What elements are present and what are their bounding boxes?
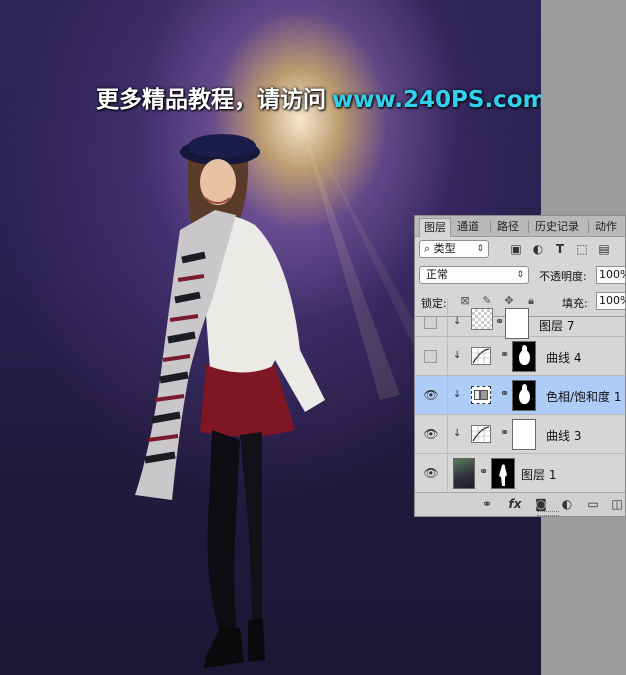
shape-filter-icon[interactable]: ⬚ <box>575 242 589 256</box>
search-icon: ⌕ <box>424 242 431 255</box>
link-icon: ⚭ <box>500 348 510 361</box>
opacity-label: 不透明度: <box>539 270 587 283</box>
mask-thumbnail <box>512 419 536 450</box>
tab-channels[interactable]: 通道 <box>453 218 483 236</box>
layer-name: 图层 1 <box>521 468 557 482</box>
column-divider <box>447 454 448 493</box>
layer-row[interactable]: ↓ ⚭ 图层 7 <box>415 298 625 339</box>
eye-icon[interactable]: 👁︎ <box>421 467 441 479</box>
clip-arrow-icon: ↓ <box>453 389 462 400</box>
tab-separator <box>490 221 491 233</box>
clip-arrow-icon: ↓ <box>453 350 462 361</box>
layer-row[interactable]: 👁︎ ↓ ⚭ 色相/饱和度 1 <box>415 376 625 415</box>
chevron-updown-icon: ⇕ <box>516 270 524 280</box>
adjustment-filter-icon[interactable]: ◐ <box>531 242 545 256</box>
type-filter-icon[interactable]: T <box>553 242 567 256</box>
link-layers-icon[interactable]: ⚭ <box>479 497 495 511</box>
layers-bottom-bar: ⚭ fx ◙ ◐ ▭ ◫ <box>415 492 625 516</box>
filter-row: ⌕ 类型 ⇕ ▣ ◐ T ⬚ ▤ <box>415 238 625 262</box>
mask-shape <box>519 345 530 365</box>
layer-name: 曲线 4 <box>546 351 582 365</box>
layer-row[interactable]: 👁︎ ⚭ 图层 1 <box>415 454 625 493</box>
visibility-toggle[interactable] <box>424 316 437 329</box>
visibility-toggle[interactable] <box>424 350 437 363</box>
clip-arrow-icon: ↓ <box>453 316 462 327</box>
tab-separator <box>588 221 589 233</box>
image-filter-icon[interactable]: ▣ <box>509 242 523 256</box>
layer-name: 图层 7 <box>539 319 575 333</box>
kind-filter-label: 类型 <box>433 242 456 255</box>
mask-shape <box>519 384 530 404</box>
column-divider <box>447 298 448 337</box>
fx-icon[interactable]: fx <box>507 497 523 511</box>
mask-thumbnail <box>512 341 536 372</box>
eye-icon[interactable]: 👁︎ <box>421 389 441 401</box>
link-icon: ⚭ <box>479 465 489 478</box>
layers-panel: 图层 通道 路径 历史记录 动作 ⌕ 类型 ⇕ ▣ ◐ T ⬚ ▤ 正常 ⇕ 不… <box>414 215 626 517</box>
adjustment-icon[interactable]: ◐ <box>559 497 575 511</box>
link-icon: ⚭ <box>495 315 505 328</box>
resize-grip[interactable] <box>537 511 559 516</box>
watermark-url: www.240PS.com <box>332 87 541 113</box>
new-group-icon[interactable]: ▭ <box>585 497 601 511</box>
column-divider <box>447 415 448 454</box>
column-divider <box>447 337 448 376</box>
blend-mode-value: 正常 <box>426 268 448 281</box>
panel-tabs: 图层 通道 路径 历史记录 动作 <box>415 216 625 237</box>
link-icon: ⚭ <box>500 387 510 400</box>
curves-adjustment-icon <box>471 425 491 443</box>
layer-thumbnail <box>453 458 475 489</box>
clip-arrow-icon: ↓ <box>453 428 462 439</box>
mask-thumbnail <box>512 380 536 411</box>
kind-filter-select[interactable]: ⌕ 类型 ⇕ <box>419 240 489 258</box>
new-layer-icon[interactable]: ◫ <box>609 497 625 511</box>
chevron-updown-icon: ⇕ <box>476 244 484 254</box>
eye-icon[interactable]: 👁︎ <box>421 428 441 440</box>
layer-row[interactable]: ↓ ⚭ 曲线 4 <box>415 337 625 376</box>
tab-actions[interactable]: 动作 <box>591 218 621 236</box>
curves-adjustment-icon <box>471 347 491 365</box>
column-divider <box>447 376 448 415</box>
smart-object-filter-icon[interactable]: ▤ <box>597 242 611 256</box>
blend-row: 正常 ⇕ 不透明度: 100% <box>415 264 625 288</box>
tab-paths[interactable]: 路径 <box>493 218 523 236</box>
blend-mode-select[interactable]: 正常 ⇕ <box>419 266 529 284</box>
layer-thumbnail <box>471 308 493 330</box>
mask-thumbnail <box>505 308 529 339</box>
layer-name: 曲线 3 <box>546 429 582 443</box>
link-icon: ⚭ <box>500 426 510 439</box>
layers-list: ↓ ⚭ 图层 7 ↓ ⚭ 曲线 4 👁︎ ↓ ⚭ 色相/饱和度 1 👁︎ ↓ ⚭… <box>415 298 625 497</box>
hue-saturation-adjustment-icon <box>471 386 491 404</box>
add-mask-icon[interactable]: ◙ <box>533 497 549 511</box>
watermark: 更多精品教程，请访问 www.240PS.com <box>96 80 541 114</box>
mask-thumbnail <box>491 458 515 489</box>
tab-history[interactable]: 历史记录 <box>531 218 583 236</box>
opacity-input[interactable]: 100% <box>596 266 625 284</box>
tab-separator <box>528 221 529 233</box>
tab-layers[interactable]: 图层 <box>419 218 451 237</box>
layer-name: 色相/饱和度 1 <box>546 390 622 404</box>
layer-row[interactable]: 👁︎ ↓ ⚭ 曲线 3 <box>415 415 625 454</box>
watermark-text: 更多精品教程，请访问 <box>96 87 326 113</box>
